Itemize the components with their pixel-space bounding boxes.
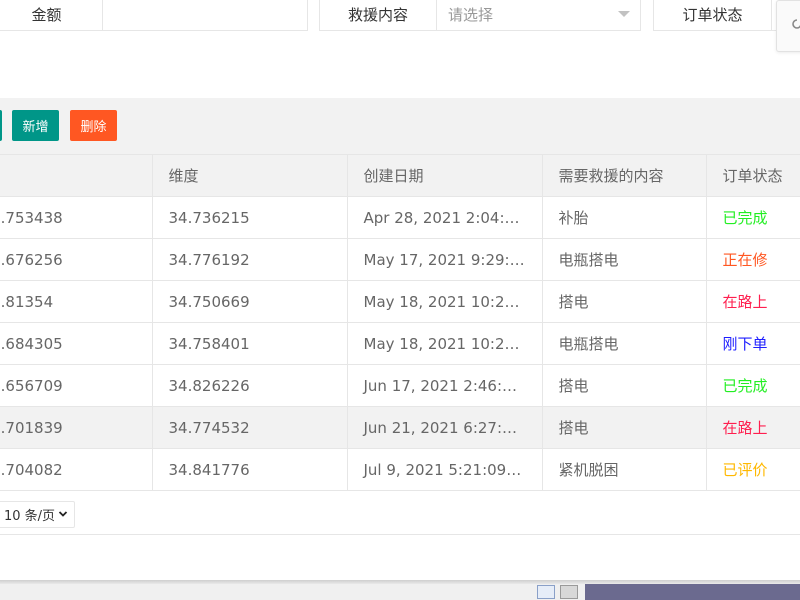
column-header-status[interactable]: 订单状态 bbox=[706, 154, 800, 197]
cell-created-date: Apr 28, 2021 2:04:44 PM bbox=[347, 196, 543, 239]
cell-order-status: 已完成 bbox=[706, 196, 800, 239]
taskbar bbox=[0, 584, 800, 600]
taskbar-tray bbox=[585, 584, 800, 600]
cell-rescue-content: 电瓶搭电 bbox=[542, 322, 707, 365]
cell-longitude: 113.676256 bbox=[0, 238, 153, 281]
cell-rescue-content: 搭电 bbox=[542, 364, 707, 407]
table-row[interactable]: 113.70408234.841776Jul 9, 2021 5:21:09 P… bbox=[0, 448, 800, 491]
cell-created-date: Jun 21, 2021 6:27:45 PM bbox=[347, 406, 543, 449]
cell-created-date: Jul 9, 2021 5:21:09 PM bbox=[347, 448, 543, 491]
cell-order-status: 在路上 bbox=[706, 280, 800, 323]
table-row[interactable]: 113.68430534.758401May 18, 2021 10:25:16… bbox=[0, 322, 800, 365]
cell-latitude: 34.826226 bbox=[152, 364, 348, 407]
cell-longitude: 113.684305 bbox=[0, 322, 153, 365]
table-header-row: 经度 维度 创建日期 需要救援的内容 订单状态 bbox=[0, 154, 800, 197]
cell-latitude: 34.774532 bbox=[152, 406, 348, 449]
page-size-label: 10 条/页 bbox=[4, 509, 56, 524]
chevron-down-icon bbox=[58, 511, 68, 517]
orders-table: 经度 维度 创建日期 需要救援的内容 订单状态 113.75343834.736… bbox=[0, 154, 800, 491]
cell-order-status: 已完成 bbox=[706, 364, 800, 407]
amount-input[interactable] bbox=[102, 0, 308, 31]
table-toolbar: 新增 删除 bbox=[0, 98, 800, 154]
cell-order-status: 在路上 bbox=[706, 406, 800, 449]
cell-longitude: 113.753438 bbox=[0, 196, 153, 239]
cell-created-date: Jun 17, 2021 2:46:37 PM bbox=[347, 364, 543, 407]
table-row[interactable]: 113.67625634.776192May 17, 2021 9:29:38 … bbox=[0, 238, 800, 281]
cell-order-status: 正在修 bbox=[706, 238, 800, 281]
amount-label: 金额 bbox=[0, 0, 103, 31]
cell-latitude: 34.750669 bbox=[152, 280, 348, 323]
cell-created-date: May 18, 2021 10:25:16 PM bbox=[347, 322, 543, 365]
table-row[interactable]: 113.75343834.736215Apr 28, 2021 2:04:44 … bbox=[0, 196, 800, 239]
toolbar-button-edge[interactable] bbox=[0, 110, 2, 141]
table-body: 113.75343834.736215Apr 28, 2021 2:04:44 … bbox=[0, 196, 800, 491]
column-header-latitude[interactable]: 维度 bbox=[152, 154, 348, 197]
cell-latitude: 34.736215 bbox=[152, 196, 348, 239]
side-tool-tab[interactable] bbox=[776, 0, 800, 52]
column-header-longitude[interactable]: 经度 bbox=[0, 154, 153, 197]
search-form: 金额 救援内容 请选择 订单状态 bbox=[0, 0, 800, 32]
cell-rescue-content: 紧机脱困 bbox=[542, 448, 707, 491]
table-row[interactable]: 113.70183934.774532Jun 21, 2021 6:27:45 … bbox=[0, 406, 800, 449]
delete-button[interactable]: 删除 bbox=[70, 110, 117, 141]
cell-longitude: 113.656709 bbox=[0, 364, 153, 407]
rescue-content-select[interactable]: 请选择 bbox=[436, 0, 641, 31]
cell-latitude: 34.776192 bbox=[152, 238, 348, 281]
cell-order-status: 刚下单 bbox=[706, 322, 800, 365]
column-header-created[interactable]: 创建日期 bbox=[347, 154, 543, 197]
cell-created-date: May 18, 2021 10:23:45 PM bbox=[347, 280, 543, 323]
rescue-content-placeholder: 请选择 bbox=[448, 6, 494, 24]
cell-order-status: 已评价 bbox=[706, 448, 800, 491]
cell-longitude: 113.81354 bbox=[0, 280, 153, 323]
cell-longitude: 113.701839 bbox=[0, 406, 153, 449]
add-button[interactable]: 新增 bbox=[12, 110, 59, 141]
cell-latitude: 34.841776 bbox=[152, 448, 348, 491]
cell-longitude: 113.704082 bbox=[0, 448, 153, 491]
column-header-content[interactable]: 需要救援的内容 bbox=[542, 154, 707, 197]
cell-rescue-content: 补胎 bbox=[542, 196, 707, 239]
page-size-select[interactable]: 10 条/页 bbox=[0, 501, 75, 528]
cell-rescue-content: 搭电 bbox=[542, 406, 707, 449]
taskbar-app-icon[interactable] bbox=[560, 585, 578, 599]
refresh-icon bbox=[792, 19, 800, 29]
table-row[interactable]: 113.65670934.826226Jun 17, 2021 2:46:37 … bbox=[0, 364, 800, 407]
cell-latitude: 34.758401 bbox=[152, 322, 348, 365]
rescue-content-label: 救援内容 bbox=[319, 0, 437, 31]
caret-down-icon bbox=[618, 11, 630, 17]
cell-rescue-content: 电瓶搭电 bbox=[542, 238, 707, 281]
cell-rescue-content: 搭电 bbox=[542, 280, 707, 323]
table-row[interactable]: 113.8135434.750669May 18, 2021 10:23:45 … bbox=[0, 280, 800, 323]
pagination-bar: 10 条/页 bbox=[0, 492, 800, 535]
order-status-label: 订单状态 bbox=[653, 0, 772, 31]
taskbar-app-icon[interactable] bbox=[537, 585, 555, 599]
cell-created-date: May 17, 2021 9:29:38 PM bbox=[347, 238, 543, 281]
